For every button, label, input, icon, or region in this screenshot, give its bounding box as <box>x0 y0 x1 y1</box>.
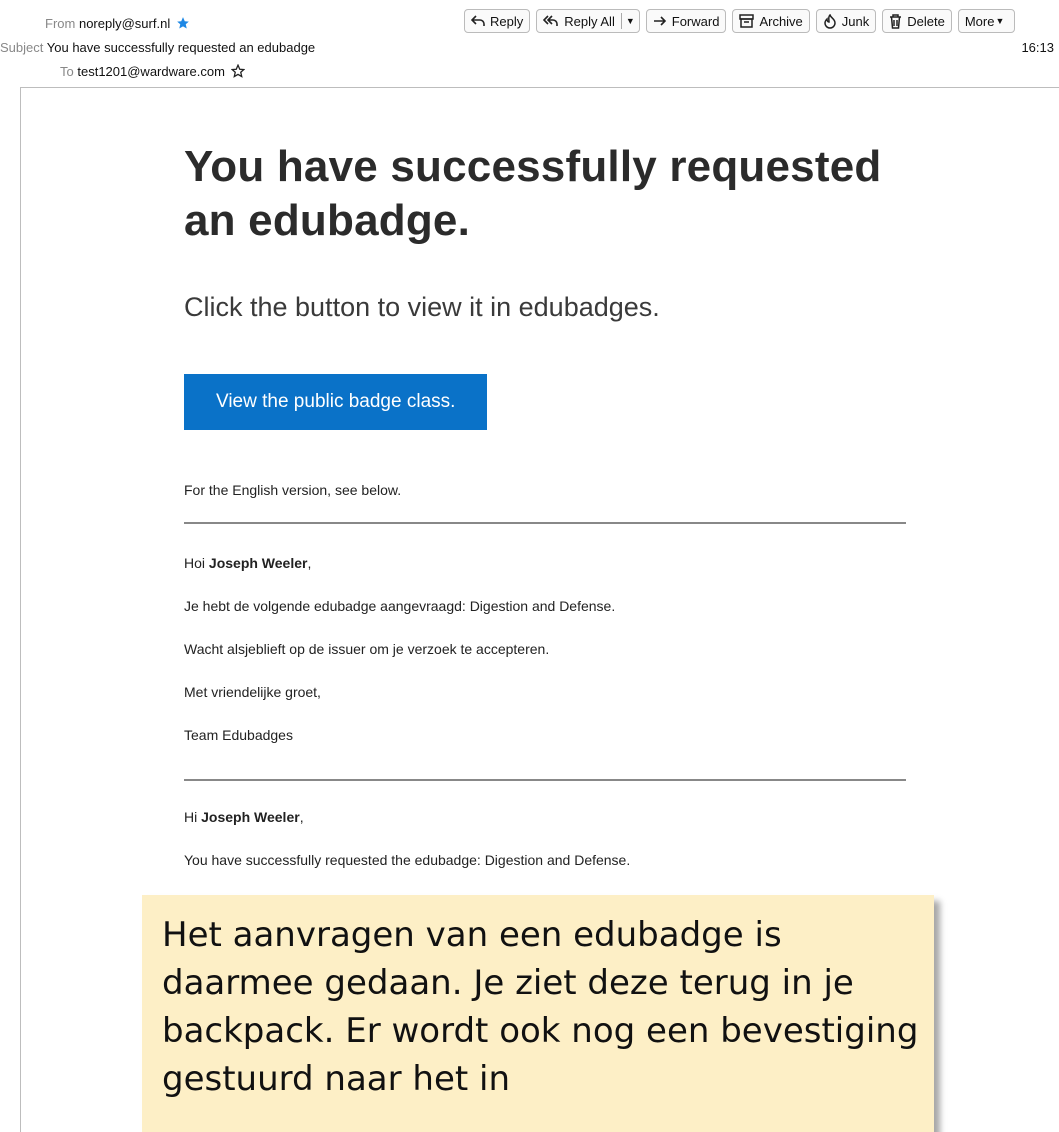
from-label: From <box>45 16 76 31</box>
junk-label: Junk <box>841 13 870 29</box>
to-label: To <box>60 64 74 79</box>
reply-all-icon <box>543 15 559 26</box>
from-address[interactable]: noreply@surf.nl <box>79 16 170 31</box>
subject-row: Subject You have successfully requested … <box>0 40 315 56</box>
dutch-recipient-name: Joseph Weeler <box>208 555 308 571</box>
delete-button[interactable]: Delete <box>882 9 952 33</box>
header-divider <box>20 87 1059 88</box>
archive-label: Archive <box>759 13 803 29</box>
english-line-1: You have successfully requested the edub… <box>184 852 631 868</box>
annotation-callout: Het aanvragen van een edubadge is daarme… <box>142 895 934 1132</box>
subject-label: Subject <box>0 40 44 55</box>
delete-label: Delete <box>907 13 945 29</box>
divider-bottom <box>184 779 906 781</box>
more-chevron-icon: ▼ <box>995 16 1005 26</box>
reply-button[interactable]: Reply <box>464 9 531 33</box>
dutch-signature: Team Edubadges <box>184 727 293 743</box>
from-row: From noreply@surf.nl <box>45 16 190 34</box>
more-label: More <box>964 13 995 29</box>
divider-top <box>184 522 906 524</box>
archive-button[interactable]: Archive <box>732 9 810 33</box>
english-recipient-name: Joseph Weeler <box>201 809 300 825</box>
reply-all-label: Reply All <box>564 13 615 29</box>
forward-arrow-icon <box>653 16 666 26</box>
reply-label: Reply <box>490 13 524 29</box>
annotation-text: Het aanvragen van een edubadge is daarme… <box>162 915 919 1099</box>
forward-button[interactable]: Forward <box>645 9 727 33</box>
view-badge-class-button[interactable]: View the public badge class. <box>184 374 488 430</box>
dutch-line-3: Met vriendelijke groet, <box>184 684 321 700</box>
body-left-border <box>20 87 21 1132</box>
email-body: You have successfully requested an eduba… <box>184 140 906 868</box>
english-greeting-suffix: , <box>299 809 304 825</box>
archive-icon <box>739 14 755 28</box>
junk-flame-icon <box>824 13 836 29</box>
chevron-down-icon[interactable]: ▼ <box>625 16 639 26</box>
subject-text: You have successfully requested an eduba… <box>46 40 316 55</box>
forward-label: Forward <box>671 13 720 29</box>
more-button[interactable]: More ▼ <box>957 9 1016 33</box>
dutch-greeting: Hoi Joseph Weeler, <box>184 554 311 572</box>
dutch-greeting-prefix: Hoi <box>184 555 209 571</box>
english-version-note: For the English version, see below. <box>184 482 402 498</box>
star-filled-icon[interactable] <box>176 16 190 34</box>
dutch-line-2: Wacht alsjeblieft op de issuer om je ver… <box>184 641 550 657</box>
reply-all-button[interactable]: Reply All ▼ <box>536 9 640 33</box>
split-divider <box>620 13 622 29</box>
dutch-line-1: Je hebt de volgende edubadge aangevraagd… <box>184 598 616 614</box>
trash-icon <box>890 13 902 29</box>
to-address[interactable]: test1201@wardware.com <box>77 64 225 79</box>
message-header: From noreply@surf.nl Subject You have su… <box>0 0 1059 88</box>
email-subtitle: Click the button to view it in edubadges… <box>184 292 660 322</box>
reply-icon <box>471 15 485 26</box>
message-time: 16:13 <box>1021 40 1054 55</box>
star-outline-icon[interactable] <box>230 63 245 82</box>
email-title: You have successfully requested an eduba… <box>184 142 882 245</box>
junk-button[interactable]: Junk <box>815 9 877 33</box>
english-greeting: Hi Joseph Weeler, <box>184 808 304 826</box>
to-row: To test1201@wardware.com <box>60 63 245 82</box>
message-toolbar: Reply Reply All ▼ Forward Archive Junk D… <box>464 9 1016 33</box>
dutch-greeting-suffix: , <box>307 555 312 571</box>
english-greeting-prefix: Hi <box>184 809 202 825</box>
